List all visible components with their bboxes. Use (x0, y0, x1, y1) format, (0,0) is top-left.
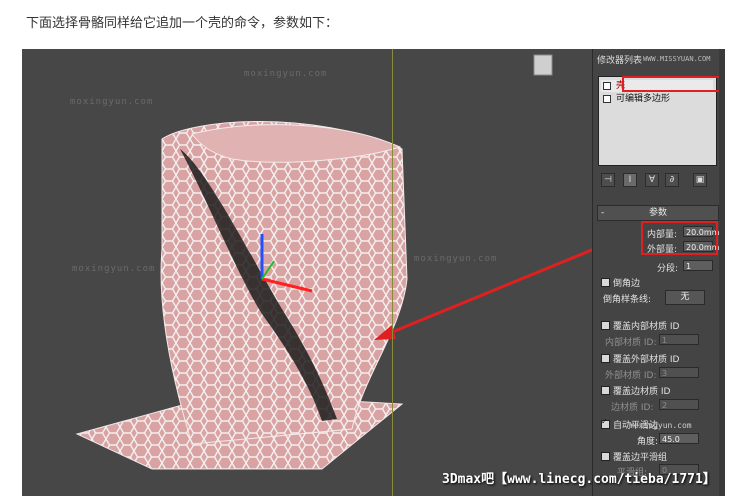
remove-modifier-icon[interactable]: ∂ (665, 173, 679, 187)
angle-spinner[interactable]: 45.0 (659, 433, 699, 444)
view-cube-icon (533, 54, 553, 76)
outer-mat-id-label: 外部材质 ID: (605, 371, 657, 381)
make-unique-icon[interactable]: ∀ (645, 173, 659, 187)
highlight-shell (622, 76, 725, 92)
eye-icon[interactable] (603, 81, 611, 90)
stack-item-editable-poly[interactable]: 可编辑多边形 (601, 93, 713, 105)
bevel-edges-checkbox[interactable] (601, 278, 610, 287)
grid-axis-line (392, 49, 393, 496)
bevel-spline-label: 倒角样条线: (603, 295, 652, 305)
edge-mat-id-label: 边材质 ID: (611, 403, 654, 413)
auto-smooth-checkbox[interactable] (601, 417, 610, 429)
segments-label: 分段: (657, 264, 679, 274)
inner-mat-id-spinner[interactable]: 1 (659, 334, 699, 345)
highlight-amounts (641, 221, 718, 255)
configure-sets-icon[interactable]: ▣ (693, 173, 707, 187)
bevel-edges-label: 倒角边 (613, 279, 641, 289)
watermark: moxingyun.com (414, 254, 498, 264)
perspective-viewport[interactable]: moxingyun.com moxingyun.com moxingyun.co… (22, 49, 592, 496)
override-inner-mat-checkbox[interactable] (601, 321, 610, 330)
bevel-spline-button[interactable]: 无 (665, 290, 705, 305)
override-outer-mat-checkbox[interactable] (601, 354, 610, 363)
outer-mat-id-spinner[interactable]: 3 (659, 367, 699, 378)
modify-panel: 修改器列表 WWW.MISSYUAN.COM 壳 可编辑多边形 ⊣ I ∀ ∂ … (592, 49, 725, 496)
article-caption: 下面选择骨骼同样给它追加一个壳的命令，参数如下： (26, 16, 339, 31)
stack-toolbar: ⊣ I ∀ ∂ ▣ (601, 173, 715, 189)
inner-mat-id-label: 内部材质 ID: (605, 338, 657, 348)
watermark: moxingyun.com (70, 97, 154, 107)
expand-icon[interactable] (603, 94, 611, 103)
override-edge-smooth-checkbox[interactable] (601, 452, 610, 461)
override-edge-smooth-label: 覆盖边平滑组 (613, 453, 668, 463)
override-edge-mat-label: 覆盖边材质 ID (613, 387, 671, 397)
edge-mat-id-spinner[interactable]: 2 (659, 399, 699, 410)
override-inner-mat-label: 覆盖内部材质 ID (613, 322, 680, 332)
watermark: moxingyun.com (72, 264, 156, 274)
watermark: WWW.MISSYUAN.COM (643, 55, 711, 63)
pin-stack-icon[interactable]: ⊣ (601, 173, 615, 187)
panel-scrollbar[interactable] (719, 49, 725, 496)
override-outer-mat-label: 覆盖外部材质 ID (613, 355, 680, 365)
footer-brand-watermark: 3Dmax吧【www.linecg.com/tieba/1771】 (442, 472, 716, 487)
watermark: moxingyun.com (629, 421, 692, 430)
override-edge-mat-checkbox[interactable] (601, 386, 610, 395)
angle-label: 角度: (637, 437, 659, 447)
show-end-result-icon[interactable]: I (623, 173, 637, 187)
watermark: moxingyun.com (244, 69, 328, 79)
segments-spinner[interactable]: 1 (683, 260, 713, 271)
max-screenshot: moxingyun.com moxingyun.com moxingyun.co… (22, 49, 725, 496)
parameters-rollout-header[interactable]: - 参数 (597, 205, 719, 221)
